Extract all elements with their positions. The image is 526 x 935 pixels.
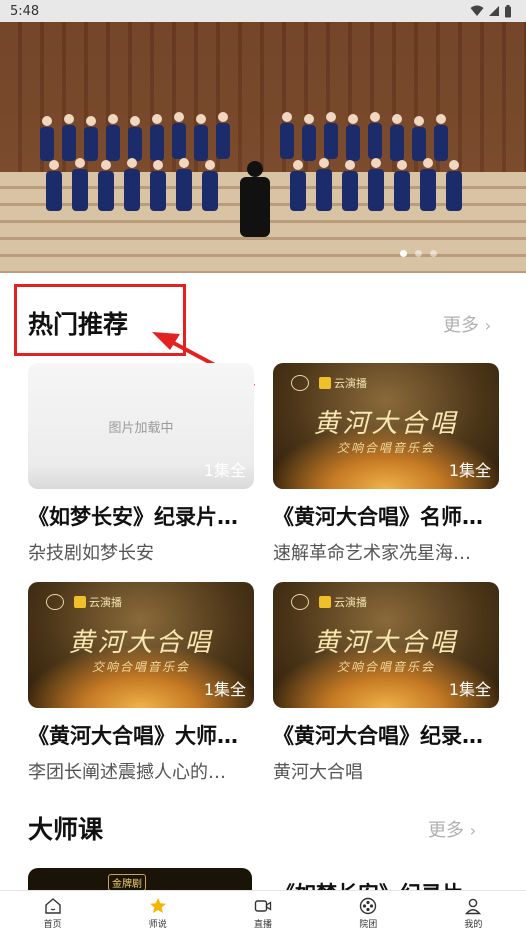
tab-label: 我的 bbox=[464, 919, 483, 930]
hot-more-link[interactable]: 更多 › bbox=[443, 311, 491, 337]
video-card[interactable]: 云演播 黄河大合唱 交响合唱音乐会 1集全 《黄河大合唱》名师… 速解革命艺术家… bbox=[273, 363, 499, 565]
wifi-icon bbox=[470, 5, 484, 16]
star-icon bbox=[149, 897, 166, 913]
master-more-link[interactable]: 更多 › bbox=[428, 816, 476, 842]
card-thumbnail: 图片加载中 1集全 bbox=[28, 363, 254, 489]
tab-label: 师说 bbox=[148, 919, 167, 930]
poster-title: 黄河大合唱 bbox=[68, 628, 214, 658]
brand-mark: 云演播 bbox=[319, 375, 367, 391]
app-screen: 5:48 热门推荐 更多 › 图片加载中 1集全 《如梦长安》纪录片… 杂技剧如… bbox=[0, 0, 526, 935]
chevron-right-icon: › bbox=[484, 316, 492, 335]
episode-count: 1集全 bbox=[448, 680, 491, 699]
carousel-dot[interactable] bbox=[430, 250, 437, 257]
person-icon bbox=[465, 898, 482, 914]
film-reel-icon bbox=[360, 897, 377, 914]
card-title: 《黄河大合唱》大师… bbox=[28, 724, 238, 748]
card-title: 《黄河大合唱》纪录… bbox=[273, 724, 483, 748]
banner-carousel[interactable] bbox=[0, 22, 526, 273]
card-thumbnail: 云演播 黄河大合唱 交响合唱音乐会 1集全 bbox=[273, 582, 499, 708]
card-thumbnail: 云演播 黄河大合唱 交响合唱音乐会 1集全 bbox=[28, 582, 254, 708]
tab-label: 首页 bbox=[43, 919, 62, 930]
card-subtitle: 速解革命艺术家冼星海… bbox=[273, 543, 471, 564]
poster-title: 黄河大合唱 bbox=[313, 628, 459, 658]
tab-shishuo[interactable]: 师说 bbox=[105, 891, 210, 935]
choir-image bbox=[40, 112, 462, 237]
brand-mark: 云演播 bbox=[319, 594, 367, 610]
video-card[interactable]: 云演播 黄河大合唱 交响合唱音乐会 1集全 《黄河大合唱》纪录… 黄河大合唱 bbox=[273, 582, 499, 784]
poster-subtitle: 交响合唱音乐会 bbox=[91, 660, 190, 674]
cloud-logo-icon bbox=[319, 377, 331, 389]
orchestra-logo-icon bbox=[291, 375, 309, 391]
episode-count: 1集全 bbox=[203, 461, 246, 480]
carousel-dot-active[interactable] bbox=[400, 250, 407, 257]
cloud-logo-icon bbox=[74, 596, 86, 608]
brand-name: 云演播 bbox=[334, 596, 367, 609]
video-card[interactable]: 云演播 黄河大合唱 交响合唱音乐会 1集全 《黄河大合唱》大师… 李团长阐述震撼… bbox=[28, 582, 254, 784]
video-card[interactable]: 图片加载中 1集全 《如梦长安》纪录片… 杂技剧如梦长安 bbox=[28, 363, 254, 565]
tab-label: 直播 bbox=[254, 919, 273, 930]
card-title: 《黄河大合唱》名师… bbox=[273, 505, 483, 529]
card-subtitle: 杂技剧如梦长安 bbox=[28, 543, 154, 564]
poster-title: 黄河大合唱 bbox=[313, 409, 459, 439]
status-bar: 5:48 bbox=[0, 0, 526, 22]
carousel-dot[interactable] bbox=[415, 250, 422, 257]
tab-home[interactable]: 首页 bbox=[0, 891, 105, 935]
tab-live[interactable]: 直播 bbox=[210, 891, 315, 935]
signal-icon bbox=[489, 6, 499, 16]
brand-mark: 云演播 bbox=[74, 594, 122, 610]
master-section-title: 大师课 bbox=[28, 815, 104, 844]
orchestra-logo-icon bbox=[291, 594, 309, 610]
thumbnail-badge: 金牌剧 bbox=[108, 874, 146, 891]
battery-icon bbox=[505, 4, 511, 17]
brand-name: 云演播 bbox=[334, 377, 367, 390]
episode-count: 1集全 bbox=[203, 680, 246, 699]
bottom-tab-bar: 首页 师说 直播 院团 我的 bbox=[0, 890, 526, 935]
home-icon bbox=[44, 897, 61, 914]
hot-more-label: 更多 bbox=[443, 315, 479, 336]
episode-count: 1集全 bbox=[448, 461, 491, 480]
card-thumbnail: 云演播 黄河大合唱 交响合唱音乐会 1集全 bbox=[273, 363, 499, 489]
video-icon bbox=[254, 899, 272, 912]
poster-subtitle: 交响合唱音乐会 bbox=[336, 660, 435, 674]
brand-name: 云演播 bbox=[89, 596, 122, 609]
tab-mine[interactable]: 我的 bbox=[421, 891, 526, 935]
tab-label: 院团 bbox=[359, 919, 378, 930]
chevron-right-icon: › bbox=[469, 821, 477, 840]
card-subtitle: 黄河大合唱 bbox=[273, 762, 363, 783]
tab-troupe[interactable]: 院团 bbox=[316, 891, 421, 935]
status-time: 5:48 bbox=[10, 3, 40, 19]
cloud-logo-icon bbox=[319, 596, 331, 608]
card-subtitle: 李团长阐述震撼人心的… bbox=[28, 762, 226, 783]
card-title: 《如梦长安》纪录片… bbox=[28, 505, 238, 529]
status-icons bbox=[470, 4, 512, 18]
carousel-indicator bbox=[400, 250, 437, 257]
thumbnail-loading-text: 图片加载中 bbox=[108, 421, 174, 436]
poster-subtitle: 交响合唱音乐会 bbox=[336, 441, 435, 455]
orchestra-logo-icon bbox=[46, 594, 64, 610]
master-more-label: 更多 bbox=[428, 820, 464, 841]
